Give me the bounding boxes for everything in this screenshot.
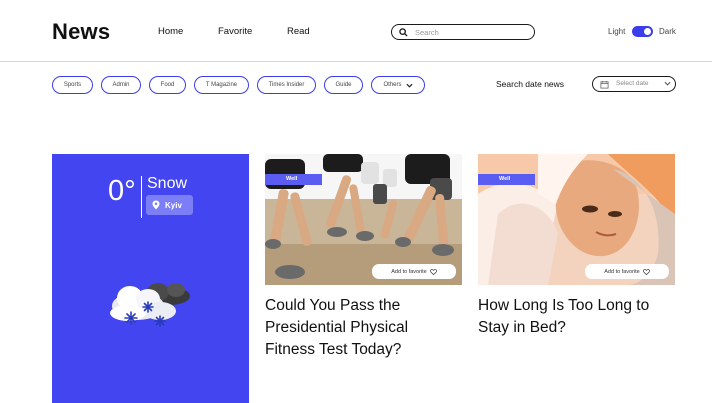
theme-light-label: Light [608, 27, 626, 36]
nav-home[interactable]: Home [158, 26, 183, 37]
chip-others-dropdown[interactable]: Others [371, 76, 425, 94]
weather-temperature: 0° [108, 175, 136, 207]
weather-condition: Snow [147, 175, 188, 192]
nav-read[interactable]: Read [287, 26, 310, 37]
chip-admin[interactable]: Admin [101, 76, 141, 94]
weather-divider [141, 176, 142, 218]
chevron-down-icon [405, 83, 413, 88]
calendar-icon [600, 80, 609, 89]
news-title[interactable]: Could You Pass the Presidential Physical… [265, 295, 462, 361]
chip-food[interactable]: Food [149, 76, 186, 94]
theme-dark-label: Dark [659, 27, 676, 36]
heart-icon [429, 268, 437, 275]
top-header: News Home Favorite Read Light Dark [0, 0, 712, 62]
date-picker-placeholder: Select date [616, 80, 649, 87]
search-box [391, 24, 535, 40]
add-to-favorite-label: Add to favorite [604, 268, 640, 275]
date-search-label: Search date news [496, 79, 565, 89]
search-input[interactable] [415, 26, 525, 38]
category-tag: Well [478, 174, 535, 185]
news-title[interactable]: How Long Is Too Long to Stay in Bed? [478, 295, 675, 339]
add-to-favorite-button[interactable]: Add to favorite [585, 264, 669, 279]
location-pin-icon [152, 200, 160, 210]
weather-city: Kyiv [165, 200, 182, 210]
toggle-knob [644, 28, 651, 35]
snow-cloud-icon [110, 283, 190, 327]
chip-others-label: Others [383, 82, 402, 88]
date-picker[interactable]: Select date [592, 76, 676, 92]
chevron-down-icon [664, 81, 671, 86]
chip-t-magazine[interactable]: T Magazine [194, 76, 249, 94]
theme-toggle[interactable] [632, 26, 653, 37]
weather-city-badge[interactable]: Kyiv [146, 195, 193, 215]
site-logo[interactable]: News [52, 19, 110, 45]
chip-sports[interactable]: Sports [52, 76, 93, 94]
add-to-favorite-label: Add to favorite [391, 268, 427, 275]
search-icon [399, 28, 408, 37]
category-tag: Well [265, 174, 322, 185]
heart-icon [642, 268, 650, 275]
nav-favorite[interactable]: Favorite [218, 26, 252, 37]
chip-times-insider[interactable]: Times Insider [257, 76, 316, 94]
add-to-favorite-button[interactable]: Add to favorite [372, 264, 456, 279]
weather-widget: 0° Snow Kyiv [52, 154, 249, 403]
chip-guide[interactable]: Guide [324, 76, 363, 94]
